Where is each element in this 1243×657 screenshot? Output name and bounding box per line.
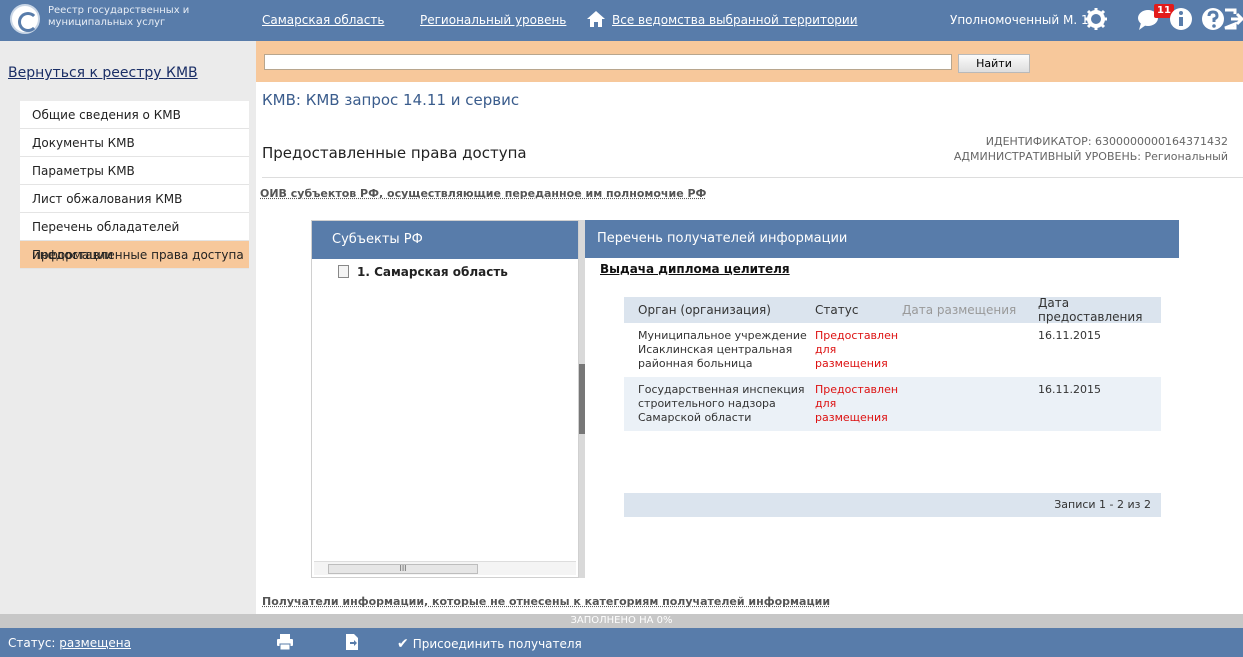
document-icon: [338, 265, 349, 278]
level-link[interactable]: Региональный уровень: [420, 13, 566, 27]
scrollbar-thumb[interactable]: III: [328, 564, 478, 574]
table-row[interactable]: Муниципальное учреждение Исаклинская цен…: [624, 323, 1161, 377]
fill-progress: ЗАПОЛНЕНО НА 0%: [0, 614, 1243, 628]
sidebar-item-documents[interactable]: Документы КМВ: [20, 129, 249, 157]
sidebar: Вернуться к реестру КМВ Общие сведения о…: [0, 41, 256, 614]
logout-icon[interactable]: [1221, 6, 1243, 32]
footer-bar: Статус: размещена ✔ Присоединить получате…: [0, 628, 1243, 657]
uncategorized-recipients-link[interactable]: Получатели информации, которые не отнесе…: [262, 595, 830, 608]
horizontal-scrollbar[interactable]: III: [314, 561, 576, 575]
recipients-panel-header: Перечень получателей информации: [585, 220, 1179, 258]
search-button[interactable]: Найти: [958, 54, 1030, 73]
column-header-org[interactable]: Орган (организация): [624, 303, 815, 317]
recipients-table: Орган (организация) Статус Дата размещен…: [624, 297, 1161, 431]
departments-link[interactable]: Все ведомства выбранной территории: [612, 13, 858, 27]
subjects-panel-header: Субъекты РФ: [312, 221, 578, 259]
status-label: Статус:: [8, 636, 55, 650]
gear-icon[interactable]: [1083, 6, 1109, 32]
column-header-placed[interactable]: Дата размещения: [902, 303, 1038, 317]
attach-recipient-button[interactable]: ✔ Присоединить получателя: [397, 636, 582, 652]
print-icon[interactable]: [276, 633, 294, 651]
cell-status: Предоставлен для размещения: [815, 329, 902, 371]
attach-label: Присоединить получателя: [413, 637, 582, 651]
cell-placed: [902, 383, 1038, 425]
records-count: Записи 1 - 2 из 2: [624, 493, 1161, 517]
sidebar-nav: Общие сведения о КМВ Документы КМВ Парам…: [20, 101, 249, 269]
oiv-section-link[interactable]: ОИВ субъектов РФ, осуществляющие передан…: [260, 187, 706, 200]
search-input[interactable]: [264, 54, 952, 70]
sidebar-item-appeal[interactable]: Лист обжалования КМВ: [20, 185, 249, 213]
subjects-panel: Субъекты РФ 1. Самарская область III: [311, 220, 579, 578]
cell-org: Муниципальное учреждение Исаклинская цен…: [624, 329, 815, 371]
brand-line1: Реестр государственных и: [48, 5, 198, 17]
sidebar-item-general[interactable]: Общие сведения о КМВ: [20, 101, 249, 129]
home-icon[interactable]: [586, 9, 606, 29]
table-header: Орган (организация) Статус Дата размещен…: [624, 297, 1161, 323]
check-icon: ✔: [397, 636, 409, 652]
admin-level: АДМИНИСТРАТИВНЫЙ УРОВЕНЬ: Региональный: [954, 149, 1228, 164]
tree-item-samara[interactable]: 1. Самарская область: [338, 265, 508, 279]
sidebar-item-parameters[interactable]: Параметры КМВ: [20, 157, 249, 185]
table-row[interactable]: Государственная инспекция строительного …: [624, 377, 1161, 431]
cell-placed: [902, 329, 1038, 371]
cell-status: Предоставлен для размещения: [815, 383, 902, 425]
column-header-status[interactable]: Статус: [815, 303, 902, 317]
group-title-link[interactable]: Выдача диплома целителя: [600, 262, 790, 276]
cell-org: Государственная инспекция строительного …: [624, 383, 815, 425]
cell-provided: 16.11.2015: [1038, 329, 1161, 371]
column-header-provided[interactable]: Дата предоставления: [1038, 296, 1161, 324]
search-bar: Найти: [256, 41, 1243, 82]
cell-provided: 16.11.2015: [1038, 383, 1161, 425]
brand-line2: муниципальных услуг: [48, 17, 198, 29]
section-title: Предоставленные права доступа: [262, 144, 527, 162]
status-value-link[interactable]: размещена: [59, 636, 131, 650]
sidebar-item-access-rights[interactable]: Предоставленные права доступа: [20, 241, 249, 269]
tree-item-label: 1. Самарская область: [357, 265, 508, 279]
logo-icon[interactable]: [10, 4, 40, 34]
identifier: ИДЕНТИФИКАТОР: 6300000000164371432: [954, 134, 1228, 149]
sidebar-item-holders[interactable]: Перечень обладателей информации: [20, 213, 249, 241]
top-bar: Реестр государственных и муниципальных у…: [0, 0, 1243, 41]
status-indicator: Статус: размещена: [8, 636, 131, 650]
region-link[interactable]: Самарская область: [262, 13, 384, 27]
brand-title[interactable]: Реестр государственных и муниципальных у…: [48, 5, 198, 29]
export-document-icon[interactable]: [343, 633, 361, 651]
meta-info: ИДЕНТИФИКАТОР: 6300000000164371432 АДМИН…: [954, 134, 1228, 164]
back-to-registry-link[interactable]: Вернуться к реестру КМВ: [8, 65, 198, 81]
kmv-title: КМВ: КМВ запрос 14.11 и сервис: [262, 91, 519, 109]
user-name[interactable]: Уполномоченный М. 1.: [950, 13, 1092, 27]
info-icon[interactable]: [1168, 6, 1194, 32]
